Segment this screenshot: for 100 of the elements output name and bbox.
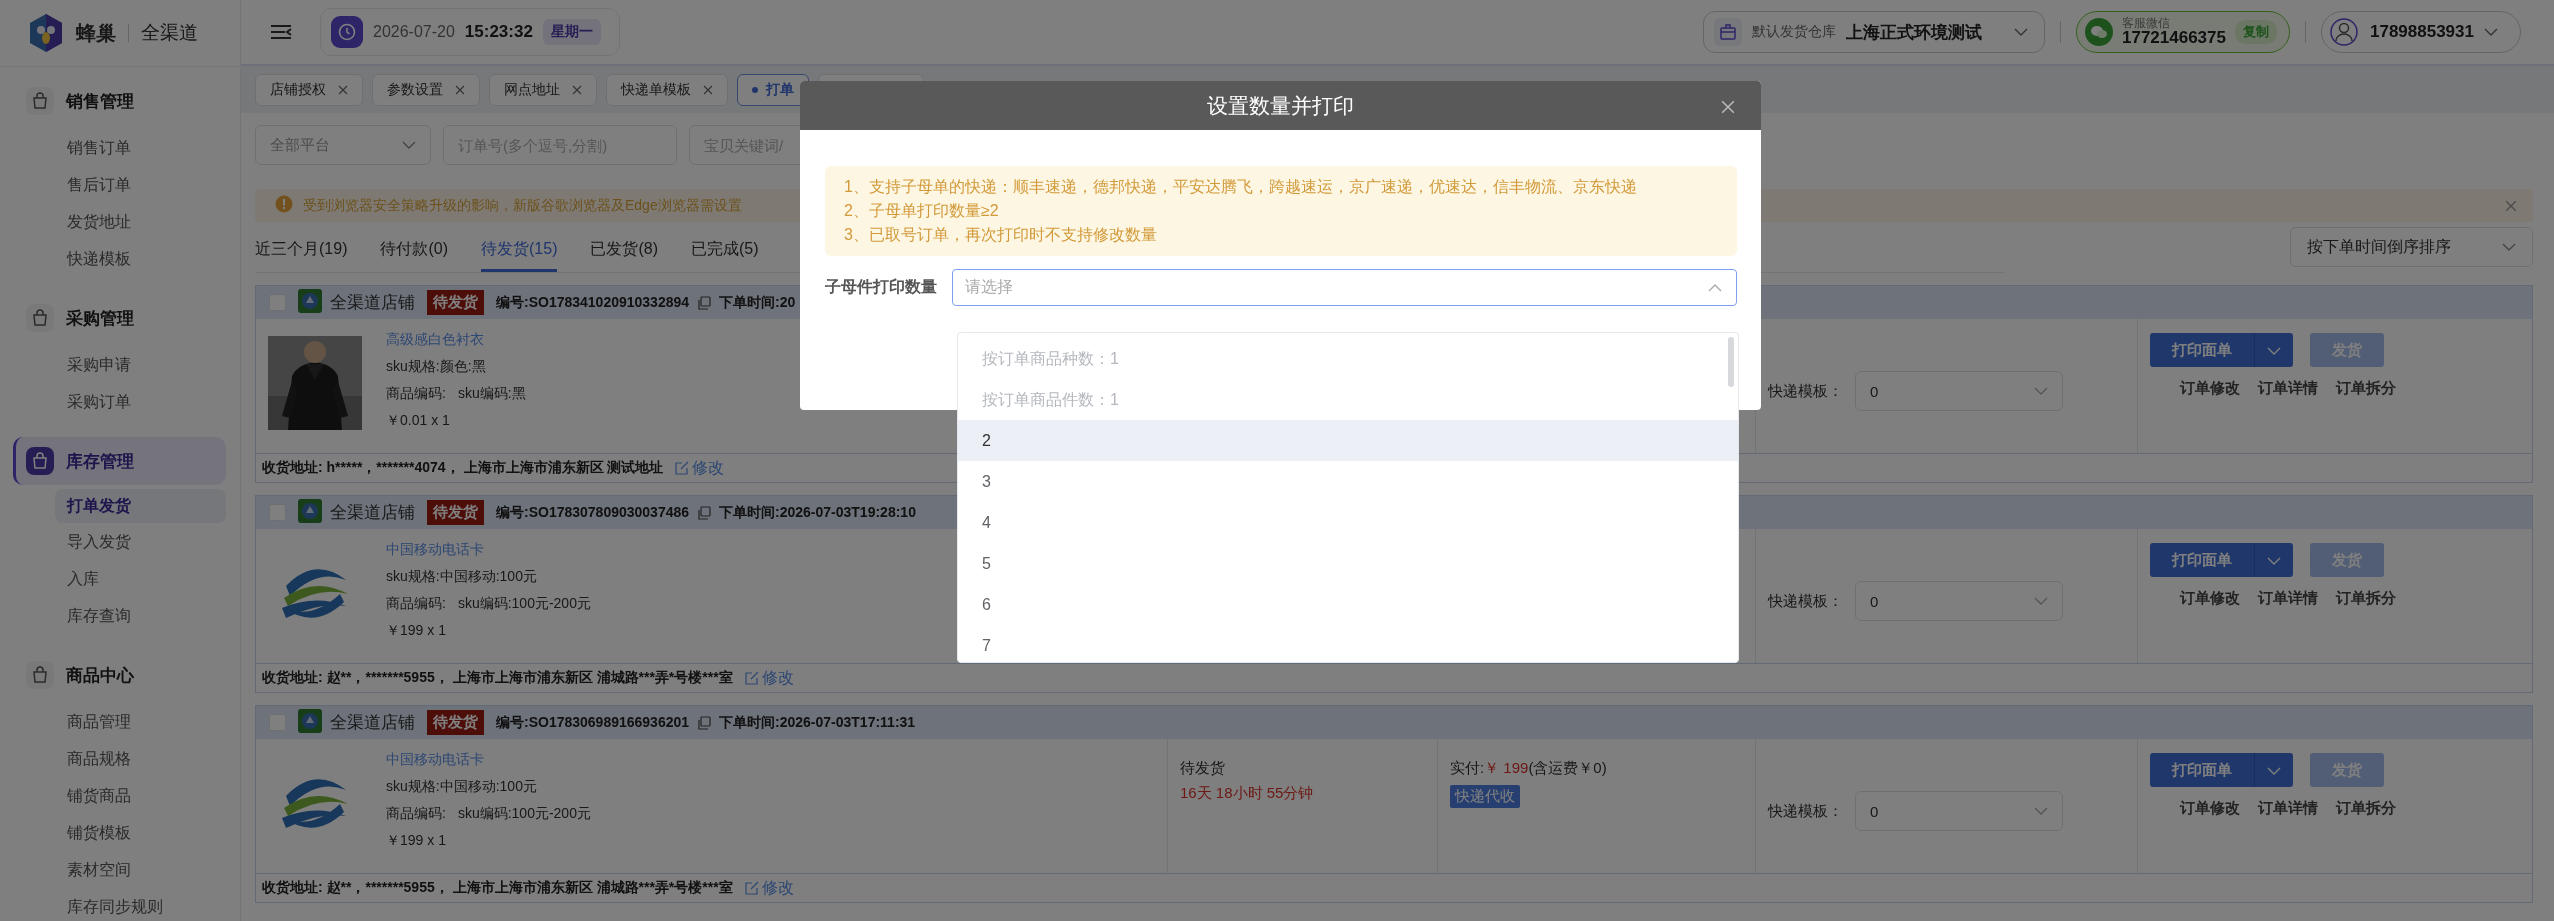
status-tab[interactable]: 已完成(5) (691, 239, 792, 272)
order-link[interactable]: 订单详情 (2258, 589, 2318, 608)
menu-item[interactable]: 发货地址 (0, 203, 240, 240)
order-link[interactable]: 订单详情 (2258, 379, 2318, 398)
menu-group[interactable]: 商品中心 (13, 651, 226, 699)
caret-icon (2267, 346, 2281, 355)
menu-item[interactable]: 快递模板 (0, 240, 240, 277)
page-tab[interactable]: 网点地址 (489, 73, 597, 106)
code-label: 商品编码: (386, 385, 446, 403)
menu-item[interactable]: 导入发货 (0, 523, 240, 560)
menu-item[interactable]: 铺货模板 (0, 814, 240, 851)
dropdown-option[interactable]: 7 (958, 625, 1738, 662)
sort-select[interactable]: 按下单时间倒序排序 (2290, 227, 2533, 267)
menu-item[interactable]: 库存同步规则 (0, 888, 240, 921)
page-tab[interactable]: 打单 (737, 73, 809, 106)
sku-text: sku规格:颜色:黑 (386, 358, 487, 376)
template-select[interactable]: 0 (1855, 581, 2063, 621)
page-tab[interactable]: 参数设置 (372, 73, 480, 106)
store-name: 全渠道店铺 (330, 712, 415, 734)
template-label: 快递模板： (1768, 801, 1843, 821)
close-icon[interactable] (338, 84, 348, 95)
page-tab[interactable]: 店铺授权 (255, 73, 363, 106)
product-name-link[interactable]: 中国移动电话卡 (386, 751, 591, 769)
bag-icon (26, 87, 54, 115)
chat-icon (2084, 18, 2113, 46)
status-tab[interactable]: 近三个月(19) (255, 239, 381, 272)
dialog-title: 设置数量并打印 (1207, 92, 1354, 119)
order-link[interactable]: 订单拆分 (2336, 379, 2396, 398)
quantity-select[interactable]: 请选择 (952, 269, 1737, 306)
print-button[interactable]: 打印面单 (2150, 333, 2254, 367)
menu-item[interactable]: 商品管理 (0, 703, 240, 740)
order-link[interactable]: 订单修改 (2180, 589, 2240, 608)
status-tab[interactable]: 待发货(15) (481, 239, 558, 272)
menu-item[interactable]: 销售订单 (0, 129, 240, 166)
menu-item[interactable]: 打单发货 (55, 489, 226, 523)
close-icon[interactable] (455, 84, 465, 95)
caret-icon (2502, 243, 2516, 251)
dropdown-option[interactable]: 4 (958, 502, 1738, 543)
field-label: 子母件打印数量 (825, 277, 937, 297)
order-link[interactable]: 订单修改 (2180, 799, 2240, 818)
copy-icon[interactable] (697, 715, 712, 730)
sku-code: sku编码:100元-200元 (457, 595, 591, 613)
print-menu-button[interactable] (2254, 333, 2293, 367)
brand-subtitle: 全渠道 (141, 21, 198, 45)
edit-icon (744, 881, 759, 895)
menu-item[interactable]: 售后订单 (0, 166, 240, 203)
template-select[interactable]: 0 (1855, 371, 2063, 411)
product-name-link[interactable]: 高级感白色衬衣 (386, 331, 526, 349)
menu-group[interactable]: 库存管理 (13, 437, 226, 485)
menu-item[interactable]: 库存查询 (0, 597, 240, 634)
status-tab[interactable]: 已发货(8) (590, 239, 692, 272)
order-time: 下单时间:2026-07-03T17:11:31 (719, 713, 916, 732)
status-tab[interactable]: 待付款(0) (380, 239, 481, 272)
order-link[interactable]: 订单拆分 (2336, 799, 2396, 818)
menu-group[interactable]: 采购管理 (13, 294, 226, 342)
close-icon[interactable] (2505, 199, 2517, 212)
close-icon[interactable] (1721, 100, 1735, 114)
menu-item[interactable]: 采购申请 (0, 346, 240, 383)
copy-icon[interactable] (697, 505, 712, 520)
order-link[interactable]: 订单修改 (2180, 379, 2240, 398)
product-name-link[interactable]: 中国移动电话卡 (386, 541, 591, 559)
dropdown-option[interactable]: 6 (958, 584, 1738, 625)
order-link[interactable]: 订单详情 (2258, 799, 2318, 818)
notice-line: 3、已取号订单，再次打印时不支持修改数量 (844, 225, 1158, 245)
print-button[interactable]: 打印面单 (2150, 753, 2254, 787)
dropdown-option[interactable]: 5 (958, 543, 1738, 584)
menu-item[interactable]: 铺货商品 (0, 777, 240, 814)
menu-icon[interactable] (270, 24, 292, 40)
edit-link[interactable]: 修改 (675, 457, 725, 479)
menu-item[interactable]: 入库 (0, 560, 240, 597)
close-icon[interactable] (572, 84, 582, 95)
edit-link[interactable]: 修改 (744, 667, 794, 689)
print-menu-button[interactable] (2254, 543, 2293, 577)
template-label: 快递模板： (1768, 591, 1843, 611)
copy-icon[interactable] (697, 295, 712, 310)
copy-button[interactable]: 复制 (2235, 20, 2277, 44)
time-text: 15:23:32 (464, 22, 533, 42)
edit-link[interactable]: 修改 (744, 877, 794, 899)
shipping-fee: (含运费￥0) (1528, 759, 1607, 776)
sku-code: sku编码:黑 (457, 385, 526, 403)
close-icon[interactable] (703, 84, 713, 95)
caret-icon (2034, 387, 2048, 395)
caret-icon (2034, 807, 2048, 815)
weekday-badge: 星期一 (542, 19, 601, 45)
wechat-number: 17721466375 (2121, 29, 2226, 48)
dropdown-option[interactable]: 3 (958, 461, 1738, 502)
price-text: ￥199 x 1 (386, 832, 447, 850)
menu-item[interactable]: 商品规格 (0, 740, 240, 777)
menu-group[interactable]: 销售管理 (13, 77, 226, 125)
order-time: 下单时间:2026-07-03T19:28:10 (719, 503, 916, 522)
page-tab[interactable]: 快递单模板 (606, 73, 728, 106)
menu-item[interactable]: 素材空间 (0, 851, 240, 888)
order-link[interactable]: 订单拆分 (2336, 589, 2396, 608)
dropdown-option[interactable]: 2 (958, 420, 1738, 461)
warehouse-select[interactable]: 默认发货仓库 上海正式环境测试 (1702, 11, 2045, 53)
scrollbar[interactable] (1728, 337, 1734, 387)
template-select[interactable]: 0 (1855, 791, 2063, 831)
menu-item[interactable]: 采购订单 (0, 383, 240, 420)
print-button[interactable]: 打印面单 (2150, 543, 2254, 577)
print-menu-button[interactable] (2254, 753, 2293, 787)
